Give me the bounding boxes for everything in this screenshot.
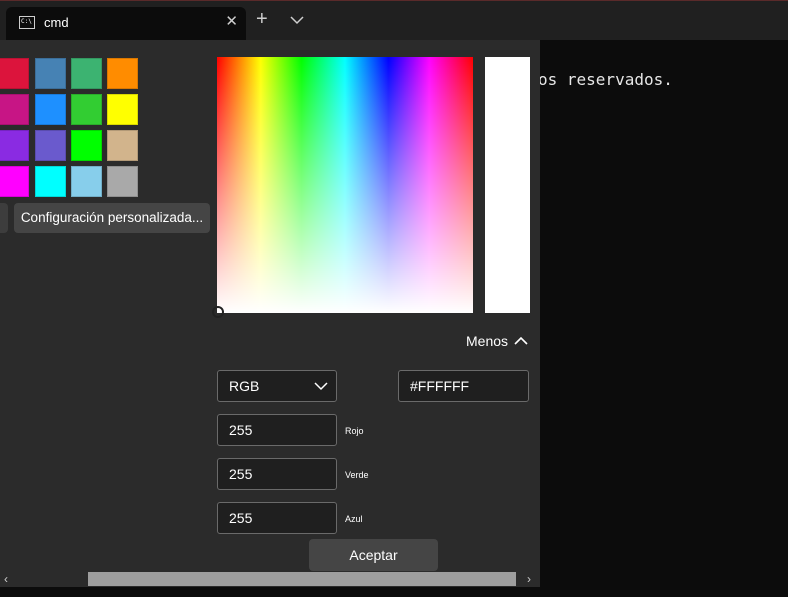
spectrum-cursor[interactable] <box>212 306 224 318</box>
color-swatch[interactable] <box>35 58 66 89</box>
title-bar: C:\ cmd ✕ + <box>0 0 788 41</box>
terminal-icon: C:\ <box>19 16 35 29</box>
blue-input[interactable]: 255 <box>217 502 337 534</box>
custom-settings-button[interactable]: Configuración personalizada... <box>14 203 210 233</box>
color-swatch[interactable] <box>71 166 102 197</box>
tab-title: cmd <box>44 15 69 30</box>
color-swatch[interactable] <box>71 58 102 89</box>
color-swatch[interactable] <box>35 94 66 125</box>
color-swatch[interactable] <box>35 130 66 161</box>
new-tab-icon[interactable]: + <box>256 9 268 29</box>
color-mode-select[interactable]: RGB <box>217 370 337 402</box>
chevron-down-icon[interactable] <box>290 13 304 27</box>
color-swatch[interactable] <box>0 58 29 89</box>
hex-input[interactable]: #FFFFFF <box>398 370 529 402</box>
blue-label: Azul <box>345 514 363 524</box>
accept-button[interactable]: Aceptar <box>309 539 438 571</box>
color-spectrum[interactable] <box>217 57 473 313</box>
color-swatch[interactable] <box>71 94 102 125</box>
scroll-left-icon[interactable]: ‹ <box>4 571 8 587</box>
scrollbar-thumb[interactable] <box>88 572 516 586</box>
terminal-output: os reservados. <box>538 70 673 89</box>
close-tab-icon[interactable]: ✕ <box>225 12 238 30</box>
horizontal-scrollbar[interactable]: ‹ › <box>0 571 540 587</box>
color-swatch[interactable] <box>0 166 29 197</box>
green-label: Verde <box>345 470 369 480</box>
color-preview <box>485 57 530 313</box>
color-swatch[interactable] <box>107 58 138 89</box>
color-swatch[interactable] <box>107 94 138 125</box>
red-input[interactable]: 255 <box>217 414 337 446</box>
color-swatch[interactable] <box>107 130 138 161</box>
color-picker-panel: Configuración personalizada... Menos RGB… <box>0 40 540 571</box>
less-toggle-button[interactable]: Menos <box>466 333 508 349</box>
color-swatch[interactable] <box>0 130 29 161</box>
chevron-up-icon[interactable] <box>514 336 528 346</box>
color-mode-value: RGB <box>229 378 260 394</box>
color-swatch[interactable] <box>0 94 29 125</box>
green-input[interactable]: 255 <box>217 458 337 490</box>
tab-cmd[interactable]: C:\ cmd ✕ <box>6 7 246 41</box>
color-swatch[interactable] <box>35 166 66 197</box>
color-swatch[interactable] <box>71 130 102 161</box>
color-swatch[interactable] <box>107 166 138 197</box>
chevron-down-icon <box>314 382 328 391</box>
red-label: Rojo <box>345 426 364 436</box>
scroll-right-icon[interactable]: › <box>527 571 531 587</box>
partial-button[interactable] <box>0 203 8 233</box>
